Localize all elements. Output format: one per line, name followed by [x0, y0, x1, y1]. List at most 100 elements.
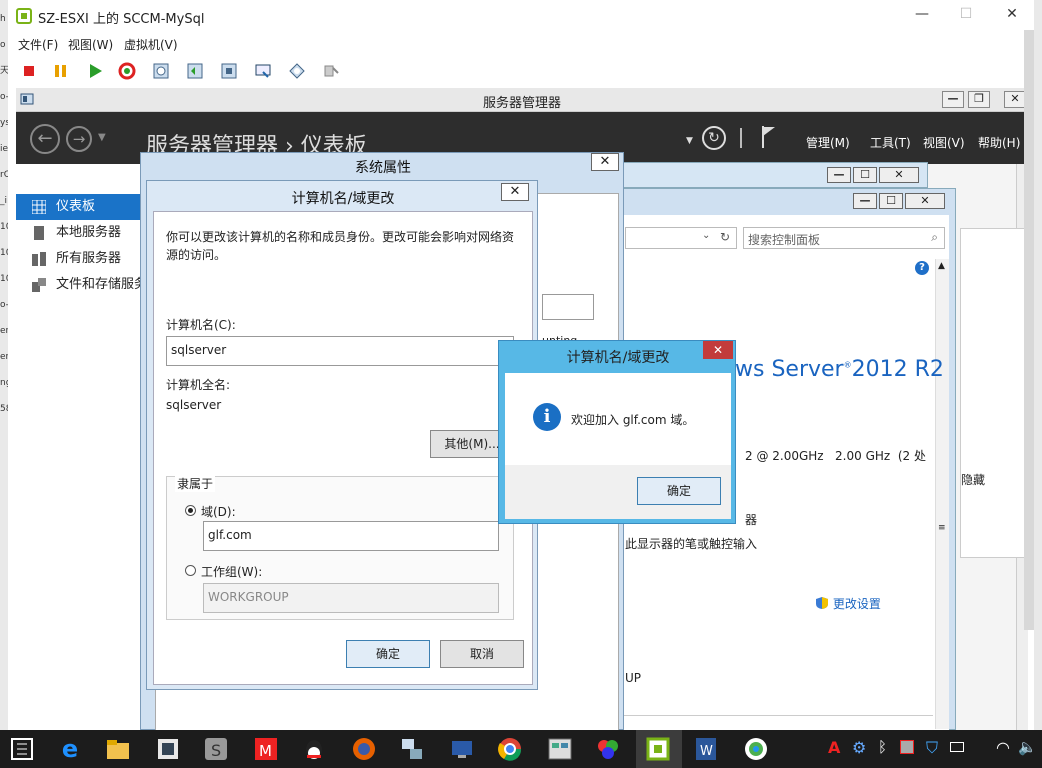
host-strip-fragment: rC: [0, 170, 8, 180]
reset-icon[interactable]: [118, 62, 136, 80]
menu-view-sm[interactable]: 视图(V): [923, 134, 965, 151]
host-strip-fragment: 10: [0, 222, 8, 232]
os-brand: ws Server®2012 R2: [735, 357, 944, 382]
revert-snapshot-icon[interactable]: [186, 62, 204, 80]
workgroup-radio[interactable]: [185, 565, 196, 576]
sidebar-item-file-storage[interactable]: 文件和存储服务: [16, 272, 141, 298]
stop-icon[interactable]: [20, 62, 38, 80]
vsphere-icon[interactable]: [644, 735, 672, 763]
domain-radio[interactable]: [185, 505, 196, 516]
host-strip-fragment: _i: [0, 196, 8, 206]
cnd-ok-button[interactable]: 确定: [346, 640, 430, 668]
cp-maximize-button[interactable]: ☐: [879, 193, 903, 209]
nav-dropdown-icon[interactable]: ▼: [686, 136, 693, 146]
server-manager-taskbar-icon[interactable]: [154, 735, 182, 763]
history-dropdown-icon[interactable]: ▼: [98, 132, 106, 143]
remote-icon[interactable]: [448, 735, 476, 763]
refresh-icon[interactable]: ↻: [702, 126, 726, 150]
sm-restore-button[interactable]: ❐: [968, 91, 990, 108]
welcome-close-button[interactable]: ✕: [703, 341, 733, 359]
word-icon[interactable]: W: [692, 735, 720, 763]
pause-icon[interactable]: [52, 62, 70, 80]
settings-icon[interactable]: [288, 62, 306, 80]
close-button[interactable]: ✕: [998, 6, 1026, 26]
sidebar-item-local-server[interactable]: 本地服务器: [16, 220, 141, 246]
battery-icon[interactable]: [950, 742, 964, 752]
menu-manage[interactable]: 管理(M): [806, 134, 850, 151]
address-dropdown-icon[interactable]: ⌄: [702, 230, 710, 241]
back-icon[interactable]: ←: [30, 124, 60, 154]
server-manager-sidebar: 仪表板 本地服务器 所有服务器 文件和存储服务: [16, 164, 141, 730]
maximize-button[interactable]: ☐: [952, 6, 980, 26]
help-icon[interactable]: ?: [915, 261, 929, 275]
sm-close-button[interactable]: ✕: [1004, 91, 1026, 108]
menu-tools[interactable]: 工具(T): [870, 134, 911, 151]
host-strip-fragment: o-1: [0, 300, 8, 310]
cnd-cancel-button[interactable]: 取消: [440, 640, 524, 668]
hide-label: 隐藏: [961, 473, 986, 487]
scroll-up-icon[interactable]: ▲: [938, 261, 945, 271]
forward-icon[interactable]: →: [66, 126, 92, 152]
bg1-minimize-button[interactable]: —: [827, 167, 851, 183]
powershell-icon[interactable]: S: [202, 735, 230, 763]
change-settings-link[interactable]: 更改设置: [815, 595, 881, 612]
photos-icon[interactable]: [594, 735, 622, 763]
vmrc-scrollbar[interactable]: [1024, 30, 1034, 630]
security-icon[interactable]: [900, 740, 914, 754]
welcome-ok-button[interactable]: 确定: [637, 477, 721, 505]
menu-vm[interactable]: 虚拟机(V): [124, 36, 178, 53]
host-strip-fragment: er: [0, 352, 8, 362]
sysprop-partial-field[interactable]: [542, 294, 594, 320]
volume-icon[interactable]: 🔈: [1018, 738, 1037, 756]
cp-address-bar[interactable]: ⌄ ↻: [625, 227, 737, 249]
app-grid-icon[interactable]: [546, 735, 574, 763]
cp-scrollbar[interactable]: ▲ ≡: [935, 259, 949, 729]
bg1-maximize-button[interactable]: ☐: [853, 167, 877, 183]
text-a-icon[interactable]: A: [828, 738, 840, 757]
shield-icon[interactable]: ⛉: [926, 738, 938, 758]
tools-icon[interactable]: [322, 62, 340, 80]
os-brand-mark: ®: [843, 360, 852, 370]
notification-flag-icon[interactable]: [760, 124, 778, 150]
cnd-close-button[interactable]: ✕: [501, 183, 529, 201]
console-icon[interactable]: [254, 62, 272, 80]
vmrc-toolbar: [8, 56, 1034, 88]
qq-icon[interactable]: [300, 735, 328, 763]
menu-view[interactable]: 视图(W): [68, 36, 113, 53]
cp-divider: [615, 715, 933, 716]
chrome-icon[interactable]: [496, 735, 524, 763]
bg1-close-button[interactable]: ✕: [879, 167, 919, 183]
computer-name-input[interactable]: sqlserver: [166, 336, 514, 366]
workgroup-input[interactable]: WORKGROUP: [203, 583, 499, 613]
host-desktop-strip: h o 天 o-ys ie rC _i 10 10 10 o-1 er er ng 58: [0, 0, 8, 730]
menu-help[interactable]: 帮助(H): [978, 134, 1020, 151]
sm-minimize-button[interactable]: —: [942, 91, 964, 108]
address-refresh-icon[interactable]: ↻: [720, 230, 730, 244]
sidebar-item-dashboard[interactable]: 仪表板: [16, 194, 141, 220]
sidebar-item-all-servers[interactable]: 所有服务器: [16, 246, 141, 272]
wifi-icon[interactable]: ◠: [996, 738, 1010, 757]
app-circle-icon[interactable]: [742, 735, 770, 763]
network-tray-icon[interactable]: ⚙: [852, 738, 866, 757]
explorer-icon[interactable]: [104, 735, 132, 763]
bluetooth-icon[interactable]: ᛒ: [878, 738, 887, 756]
app-m-icon[interactable]: M: [252, 735, 280, 763]
snapshot-icon[interactable]: [152, 62, 170, 80]
start-icon[interactable]: [8, 735, 36, 763]
firefox-icon[interactable]: [350, 735, 378, 763]
sysprop-close-button[interactable]: ✕: [591, 153, 619, 171]
minimize-button[interactable]: —: [908, 6, 936, 26]
search-icon[interactable]: ⌕: [931, 230, 938, 245]
host-strip-fragment: h: [0, 14, 6, 24]
cp-search-input[interactable]: 搜索控制面板 ⌕: [743, 227, 945, 249]
member-of-label: 隶属于: [175, 475, 216, 492]
play-icon[interactable]: [86, 62, 104, 80]
ie-icon[interactable]: e: [56, 735, 84, 763]
snapshot-manager-icon[interactable]: [220, 62, 238, 80]
cp-minimize-button[interactable]: —: [853, 193, 877, 209]
cp-close-button[interactable]: ✕: [905, 193, 945, 209]
network-icon[interactable]: [398, 735, 426, 763]
domain-input[interactable]: glf.com: [203, 521, 499, 551]
menu-file[interactable]: 文件(F): [18, 36, 58, 53]
info-icon: i: [533, 403, 561, 431]
